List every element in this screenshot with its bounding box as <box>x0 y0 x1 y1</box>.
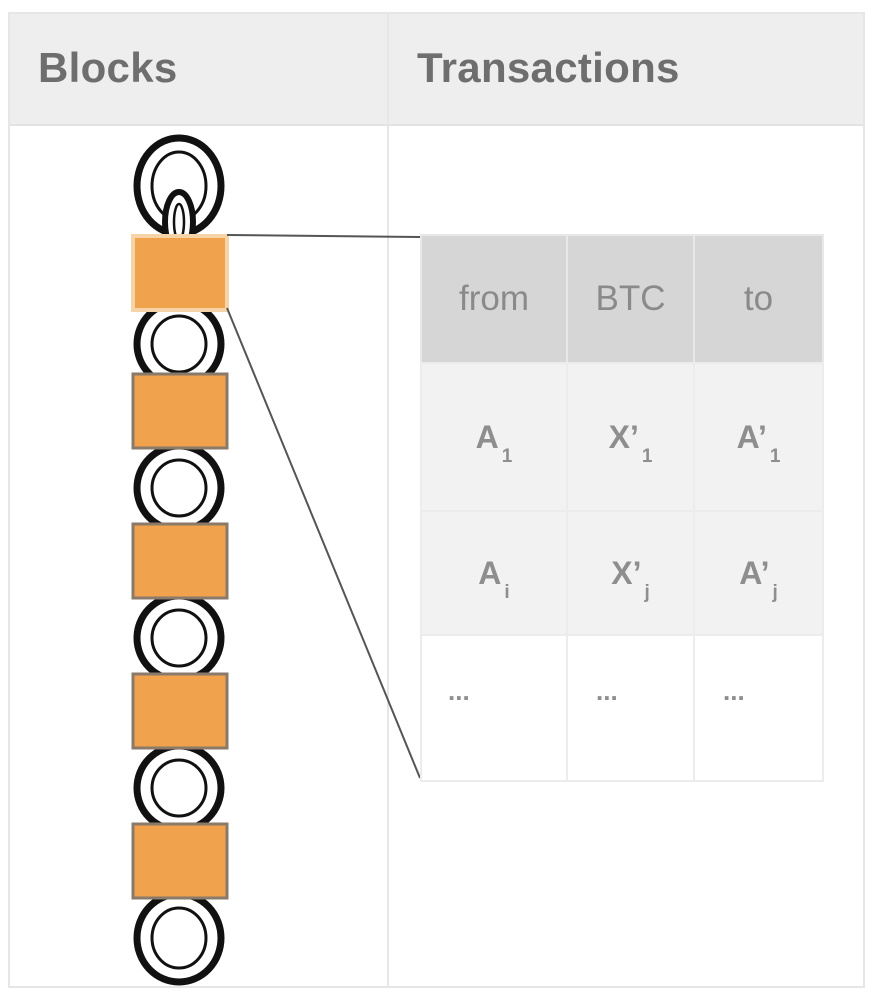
block <box>131 234 229 312</box>
ellipsis-cell: ... <box>693 634 824 782</box>
block <box>131 672 229 750</box>
block <box>131 522 229 600</box>
table-cell: X’j <box>566 510 695 636</box>
chain-link <box>133 592 225 684</box>
block <box>131 372 229 450</box>
ellipsis-cell: ... <box>566 634 695 782</box>
zoom-lines <box>226 234 421 779</box>
chain-link <box>133 890 225 986</box>
table-cell: A’j <box>693 510 824 636</box>
ellipsis-cell: ... <box>420 634 568 782</box>
table-cell: X’1 <box>566 362 695 512</box>
zoom-line-bottom <box>226 307 421 779</box>
chain-link <box>133 742 225 834</box>
chain-blocks <box>131 234 229 900</box>
block <box>131 822 229 900</box>
table-cell: Ai <box>420 510 568 636</box>
column-header-btc: BTC <box>566 234 695 364</box>
table-cell: A’1 <box>693 362 824 512</box>
column-header-from: from <box>420 234 568 364</box>
zoom-line-top <box>226 234 421 238</box>
column-header-to: to <box>693 234 824 364</box>
transactions-table: from BTC to A1 X’1 A’1 Ai X’j A’j ... ..… <box>420 234 824 782</box>
table-cell: A1 <box>420 362 568 512</box>
chain-link <box>133 442 225 534</box>
